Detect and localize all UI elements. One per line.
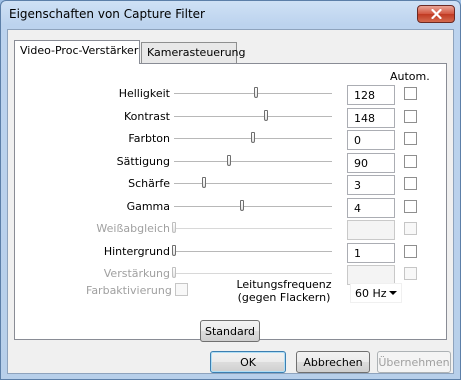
control-label: Helligkeit: [118, 87, 170, 100]
color-enable-label: Farbaktivierung: [86, 284, 172, 297]
auto-checkbox[interactable]: [404, 177, 417, 190]
ok-button-label: OK: [240, 356, 256, 369]
control-row: Sättigung 90: [8, 151, 455, 173]
auto-checkbox[interactable]: [404, 132, 417, 145]
control-label: Kontrast: [124, 110, 170, 123]
control-value-field[interactable]: [347, 220, 395, 240]
cancel-button-label: Abbrechen: [303, 356, 363, 369]
control-row: Hintergrund 1: [8, 241, 455, 263]
auto-checkbox[interactable]: [404, 245, 417, 258]
tab-label: Kamerasteuerung: [147, 46, 246, 59]
apply-button[interactable]: Übernehmen: [377, 351, 451, 373]
powerline-label-line1: Leitungsfrequenz: [236, 278, 332, 291]
tab-camera-control[interactable]: Kamerasteuerung: [141, 42, 246, 63]
slider-track[interactable]: [174, 251, 332, 253]
dialog-client-area: Video-Proc-Verstärker Kamerasteuerung Au…: [7, 29, 454, 374]
control-label: Weißabgleich: [96, 222, 170, 235]
tab-label: Video-Proc-Verstärker: [20, 44, 139, 57]
control-value-field[interactable]: 128: [347, 85, 395, 105]
slider-thumb[interactable]: [172, 222, 176, 233]
auto-checkbox[interactable]: [404, 110, 417, 123]
control-value-field[interactable]: 3: [347, 175, 395, 195]
auto-checkbox[interactable]: [404, 200, 417, 213]
auto-column-header: Autom.: [390, 70, 430, 83]
slider-thumb[interactable]: [202, 177, 206, 188]
control-value-field[interactable]: 1: [347, 243, 395, 263]
powerline-frequency-label: Leitungsfrequenz (gegen Flackern): [232, 278, 336, 304]
window-title: Eigenschaften von Capture Filter: [9, 7, 205, 21]
slider-thumb[interactable]: [254, 87, 258, 98]
slider-track[interactable]: [174, 93, 332, 95]
default-button-label: Standard: [204, 325, 256, 338]
title-bar[interactable]: Eigenschaften von Capture Filter: [1, 1, 460, 27]
auto-checkbox[interactable]: [404, 87, 417, 100]
cancel-button[interactable]: Abbrechen: [296, 351, 370, 373]
control-value-field[interactable]: 0: [347, 130, 395, 150]
control-value-field[interactable]: 4: [347, 198, 395, 218]
auto-checkbox[interactable]: [404, 267, 417, 280]
control-label: Sättigung: [116, 155, 170, 168]
tab-video-proc-amp[interactable]: Video-Proc-Verstärker: [14, 40, 140, 64]
control-label: Verstärkung: [103, 267, 170, 280]
control-label: Gamma: [126, 200, 170, 213]
dropdown-arrow-icon: [389, 291, 397, 295]
slider-thumb[interactable]: [227, 155, 231, 166]
control-label: Hintergrund: [103, 245, 170, 258]
apply-button-label: Übernehmen: [378, 356, 450, 369]
slider-thumb[interactable]: [251, 132, 255, 143]
slider-thumb[interactable]: [172, 245, 176, 256]
color-enable-checkbox[interactable]: [175, 283, 188, 296]
control-row: Weißabgleich: [8, 218, 455, 240]
close-icon: [431, 9, 442, 19]
auto-checkbox[interactable]: [404, 222, 417, 235]
slider-thumb[interactable]: [264, 110, 268, 121]
slider-track[interactable]: [174, 273, 332, 275]
slider-track[interactable]: [174, 116, 332, 118]
powerline-label-line2: (gegen Flackern): [237, 291, 331, 304]
control-value-field[interactable]: 148: [347, 108, 395, 128]
slider-thumb[interactable]: [172, 267, 176, 278]
control-row: Helligkeit 128: [8, 83, 455, 105]
control-row: Schärfe 3: [8, 173, 455, 195]
control-value-field[interactable]: 90: [347, 153, 395, 173]
control-row: Kontrast 148: [8, 106, 455, 128]
powerline-selected-value: 60 Hz: [355, 287, 387, 300]
powerline-frequency-select[interactable]: 60 Hz: [350, 283, 402, 303]
slider-track[interactable]: [174, 228, 332, 230]
slider-track[interactable]: [174, 161, 332, 163]
control-label: Farbton: [128, 132, 170, 145]
control-value-field[interactable]: [347, 265, 395, 285]
close-button[interactable]: [417, 5, 455, 23]
slider-track[interactable]: [174, 206, 332, 208]
control-label: Schärfe: [128, 177, 170, 190]
control-row: Farbton 0: [8, 128, 455, 150]
control-row: Gamma 4: [8, 196, 455, 218]
auto-checkbox[interactable]: [404, 155, 417, 168]
ok-button[interactable]: OK: [210, 351, 286, 373]
default-button[interactable]: Standard: [200, 320, 260, 342]
slider-thumb[interactable]: [240, 200, 244, 211]
slider-track[interactable]: [174, 183, 332, 185]
dialog-window: Eigenschaften von Capture Filter Video-P…: [0, 0, 461, 380]
